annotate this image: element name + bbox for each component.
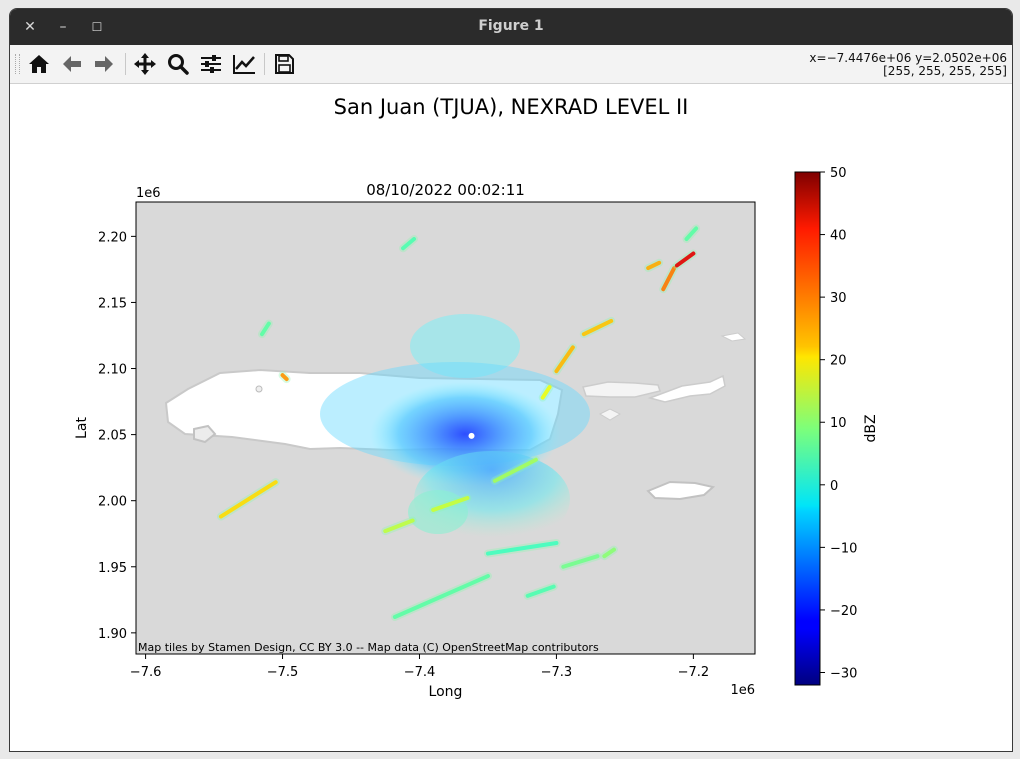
y-tick-label: 2.20 [98,230,127,245]
map-attribution: Map tiles by Stamen Design, CC BY 3.0 --… [138,641,599,654]
floppy-disk-icon [275,54,294,74]
y-tick-label: 2.05 [98,429,127,444]
y-axis-label: Lat [74,417,90,439]
y-axis-ticks: 1.90 1.95 2.00 2.05 2.10 2.15 2.20 [98,230,136,642]
y-tick-label: 1.95 [98,561,127,576]
forward-button[interactable] [91,52,117,76]
arrow-right-icon [95,56,113,72]
small-islet [255,385,263,393]
colorbar-ticks: 50 40 30 20 10 0 −10 −20 −30 [820,166,857,681]
y-tick-label: 1.90 [98,627,127,642]
line-chart-icon [233,55,255,74]
toolbar-separator [264,53,265,75]
window-title: Figure 1 [478,18,544,34]
x-tick-label: −7.4 [404,665,436,680]
home-button[interactable] [26,52,52,76]
radar-echo-band [280,373,289,382]
colorbar [794,171,821,686]
x-tick-label: −7.6 [130,665,162,680]
axes-button[interactable] [231,52,257,76]
colorbar-tick-label: 0 [830,479,838,494]
radar-plot: −7.6 −7.5 −7.4 −7.3 −7.2 1.90 1.95 2.00 2.05 2.1… [74,166,879,700]
colorbar-tick-label: 20 [830,354,847,369]
colorbar-label: dBZ [863,414,879,442]
colorbar-tick-label: 10 [830,416,847,431]
title-bar: ✕ – ☐ Figure 1 [10,9,1012,45]
back-button[interactable] [59,52,85,76]
x-tick-label: −7.3 [541,665,573,680]
arrow-left-icon [63,56,81,72]
colorbar-tick-label: −20 [830,604,857,619]
colorbar-tick-label: 30 [830,291,847,306]
figure-canvas[interactable]: San Juan (TJUA), NEXRAD LEVEL II −7.6 −7… [10,84,1012,751]
save-button[interactable] [271,52,297,76]
y-tick-label: 2.00 [98,495,127,510]
colorbar-tick-label: 50 [830,166,847,181]
axes-title: 08/10/2022 00:02:11 [366,181,525,199]
subplots-button[interactable] [198,52,224,76]
zoom-button[interactable] [165,52,191,76]
sliders-icon [201,55,221,73]
move-icon [134,53,156,75]
toolbar-grip[interactable] [15,54,20,74]
y-axis-offset-label: 1e6 [136,186,161,201]
colorbar-tick-label: 40 [830,229,847,244]
radar-site-marker [468,432,475,439]
y-tick-label: 2.10 [98,363,127,378]
cursor-coordinates: x=−7.4476e+06 y=2.0502e+06 [255, 255, 25… [809,52,1007,78]
x-axis-ticks: −7.6 −7.5 −7.4 −7.3 −7.2 [130,654,709,680]
toolbar-separator [125,53,126,75]
x-axis-label: Long [429,684,463,700]
x-axis-offset-label: 1e6 [730,683,755,698]
magnifier-icon [168,54,189,75]
pan-button[interactable] [132,52,158,76]
x-tick-label: −7.2 [678,665,710,680]
cursor-rgba-readout: [255, 255, 255, 255] [883,64,1007,78]
colorbar-tick-label: −10 [830,541,857,556]
y-tick-label: 2.15 [98,296,127,311]
figure-window: ✕ – ☐ Figure 1 x=−7.4476e+06 y=2.0502e+0… [9,8,1013,752]
home-icon [29,55,49,73]
colorbar-tick-label: −30 [830,666,857,681]
x-tick-label: −7.5 [267,665,299,680]
